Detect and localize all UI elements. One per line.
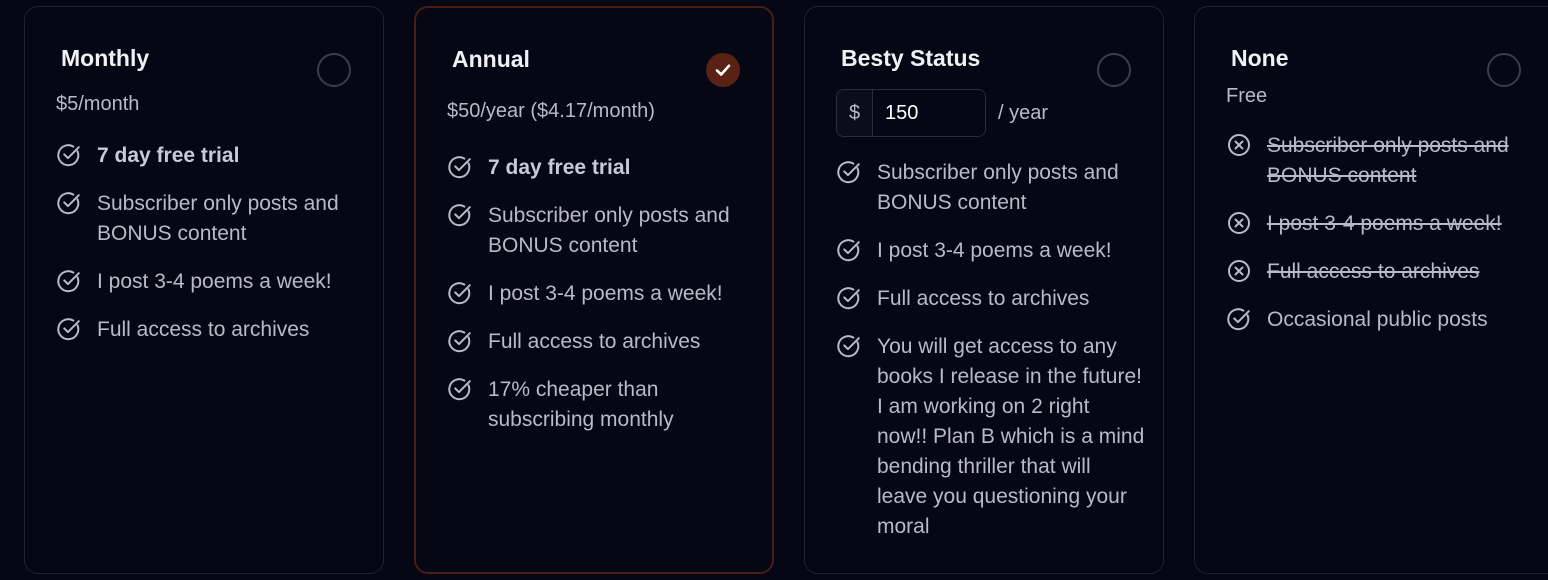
feature-text: Subscriber only posts and BONUS content	[488, 204, 730, 257]
check-circle-icon	[836, 285, 862, 311]
feature-item: I post 3-4 poems a week!	[56, 267, 365, 297]
feature-text: 7 day free trial	[97, 144, 240, 167]
check-circle-icon	[447, 202, 473, 228]
feature-text: Subscriber only posts and BONUS content	[1267, 134, 1509, 187]
feature-item: Occasional public posts	[1226, 305, 1533, 335]
feature-item: 7 day free trial	[56, 141, 365, 171]
plan-radio-none[interactable]	[1487, 53, 1521, 87]
feature-item: I post 3-4 poems a week!	[836, 236, 1145, 266]
x-circle-icon	[1226, 258, 1252, 284]
feature-item: You will get access to any books I relea…	[836, 332, 1145, 542]
feature-text: Full access to archives	[97, 318, 310, 341]
feature-list: 7 day free trial Subscriber only posts an…	[56, 141, 365, 363]
feature-list: Subscriber only posts and BONUS content I…	[836, 158, 1145, 560]
check-circle-icon	[447, 280, 473, 306]
plan-title: Annual	[452, 46, 530, 72]
check-circle-icon	[56, 268, 82, 294]
feature-text: You will get access to any books I relea…	[877, 335, 1145, 538]
feature-item: 7 day free trial	[447, 153, 754, 183]
check-circle-icon	[447, 376, 473, 402]
feature-text: I post 3-4 poems a week!	[1267, 212, 1502, 235]
feature-text: Subscriber only posts and BONUS content	[877, 161, 1119, 214]
plan-title: Monthly	[61, 45, 150, 71]
feature-item: Subscriber only posts and BONUS content	[836, 158, 1145, 218]
plan-radio-annual[interactable]	[706, 53, 740, 87]
plan-card-annual[interactable]: Annual $50/year ($4.17/month) 7 day free…	[414, 6, 774, 574]
feature-text: Occasional public posts	[1267, 308, 1488, 331]
currency-symbol: $	[837, 90, 873, 136]
check-circle-icon	[836, 159, 862, 185]
feature-item: Subscriber only posts and BONUS content	[447, 201, 754, 261]
amount-input[interactable]	[873, 90, 985, 136]
feature-item: Full access to archives	[836, 284, 1145, 314]
check-circle-icon	[447, 328, 473, 354]
plan-radio-besty-status[interactable]	[1097, 53, 1131, 87]
x-circle-icon	[1226, 132, 1252, 158]
check-circle-icon	[56, 142, 82, 168]
check-circle-icon	[1226, 306, 1252, 332]
feature-text: 7 day free trial	[488, 156, 631, 179]
custom-amount-field: $	[836, 89, 986, 137]
check-circle-icon	[56, 316, 82, 342]
amount-period: / year	[998, 101, 1049, 124]
x-circle-icon	[1226, 210, 1252, 236]
check-circle-icon	[836, 237, 862, 263]
feature-text: 17% cheaper than subscribing monthly	[488, 378, 674, 431]
feature-text: Full access to archives	[877, 287, 1090, 310]
feature-item: I post 3-4 poems a week!	[1226, 209, 1533, 239]
feature-item: I post 3-4 poems a week!	[447, 279, 754, 309]
feature-text: I post 3-4 poems a week!	[488, 282, 723, 305]
check-circle-icon	[836, 333, 862, 359]
check-circle-icon	[56, 190, 82, 216]
plan-price: $5/month	[56, 93, 140, 115]
feature-text: Full access to archives	[488, 330, 701, 353]
feature-text: Subscriber only posts and BONUS content	[97, 192, 339, 245]
subscription-plans: Monthly $5/month 7 day free trial Subscri…	[0, 0, 1548, 580]
feature-list: Subscriber only posts and BONUS content I…	[1226, 131, 1533, 353]
plan-title: Besty Status	[841, 45, 981, 71]
plan-price: Free	[1226, 85, 1268, 107]
feature-text: Full access to archives	[1267, 260, 1480, 283]
checkmark-icon	[715, 64, 731, 76]
feature-list: 7 day free trial Subscriber only posts an…	[447, 153, 754, 453]
check-circle-icon	[447, 154, 473, 180]
feature-item: Full access to archives	[1226, 257, 1533, 287]
custom-amount-row: $ / year	[836, 89, 1048, 137]
plan-card-none[interactable]: None Free Subscriber only posts and BONU…	[1194, 6, 1548, 574]
plan-title: None	[1231, 45, 1289, 71]
feature-text: I post 3-4 poems a week!	[97, 270, 332, 293]
feature-item: Full access to archives	[447, 327, 754, 357]
plan-card-monthly[interactable]: Monthly $5/month 7 day free trial Subscri…	[24, 6, 384, 574]
plan-radio-monthly[interactable]	[317, 53, 351, 87]
feature-item: Subscriber only posts and BONUS content	[56, 189, 365, 249]
plan-price: $50/year ($4.17/month)	[447, 100, 655, 122]
plan-card-besty-status[interactable]: Besty Status $ / year Subscriber only po…	[804, 6, 1164, 574]
feature-item: 17% cheaper than subscribing monthly	[447, 375, 754, 435]
feature-item: Subscriber only posts and BONUS content	[1226, 131, 1533, 191]
feature-item: Full access to archives	[56, 315, 365, 345]
feature-text: I post 3-4 poems a week!	[877, 239, 1112, 262]
